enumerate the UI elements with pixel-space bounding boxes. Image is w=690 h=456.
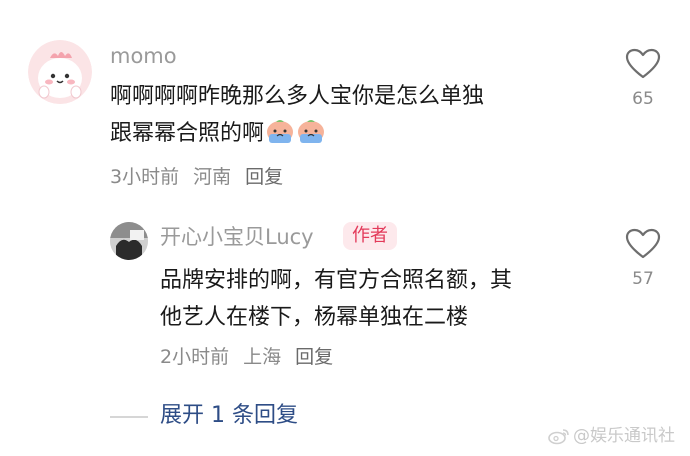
like-count: 65 — [632, 89, 654, 109]
comment-thread: momo 啊啊啊啊昨晚那么多人宝你是怎么单独 跟幂幂合照的啊 3小时前 河南 回… — [0, 0, 690, 456]
avatar[interactable] — [110, 222, 148, 260]
expand-replies-button[interactable]: 展开 1 条回复 — [160, 401, 298, 431]
author-badge: 作者 — [343, 222, 397, 250]
avatar-image — [110, 222, 148, 260]
comment-time: 2小时前 — [160, 346, 230, 368]
like-button[interactable]: 57 — [620, 228, 666, 290]
avatar-image — [28, 40, 92, 104]
watermark: @娱乐通讯社 — [548, 425, 675, 447]
comment-line: 品牌安排的啊，有官方合照名额，其 — [160, 268, 513, 293]
comment-text: 品牌安排的啊，有官方合照名额，其 他艺人在楼下，杨幂单独在二楼 — [160, 262, 610, 336]
reply-button[interactable]: 回复 — [245, 166, 283, 188]
comment-line-text: 跟幂幂合照的啊 — [110, 121, 265, 146]
weibo-logo-icon — [548, 429, 569, 445]
username[interactable]: 开心小宝贝Lucy — [160, 223, 314, 251]
watermark-text: @娱乐通讯社 — [573, 426, 675, 446]
comment-text: 啊啊啊啊昨晚那么多人宝你是怎么单独 跟幂幂合照的啊 — [110, 78, 610, 157]
comment-time: 3小时前 — [110, 166, 180, 188]
comment-location: 河南 — [193, 166, 232, 188]
like-button[interactable]: 65 — [620, 48, 666, 110]
comment-line: 他艺人在楼下，杨幂单独在二楼 — [160, 305, 469, 330]
comment-line: 跟幂幂合照的啊 — [110, 115, 610, 157]
avatar[interactable] — [28, 40, 92, 104]
comment-meta: 3小时前 河南 回复 — [110, 164, 283, 190]
like-count: 57 — [632, 269, 654, 289]
heart-outline-icon — [625, 228, 661, 259]
heart-outline-icon — [625, 48, 661, 79]
expand-divider — [110, 416, 148, 418]
crying-peach-emoji-icon — [265, 119, 295, 157]
comment-line: 啊啊啊啊昨晚那么多人宝你是怎么单独 — [110, 84, 485, 109]
crying-peach-emoji-icon — [296, 119, 326, 157]
username[interactable]: momo — [110, 42, 177, 70]
comment-meta: 2小时前 上海 回复 — [160, 344, 333, 370]
reply-button[interactable]: 回复 — [295, 346, 333, 368]
comment-location: 上海 — [243, 346, 282, 368]
